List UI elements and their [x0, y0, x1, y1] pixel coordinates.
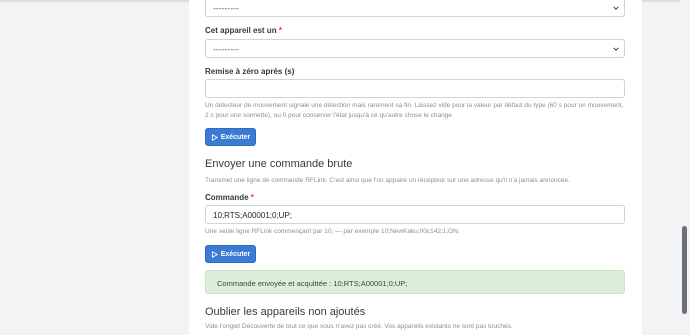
device-type-select-value: ---------: [213, 45, 239, 54]
execute-button[interactable]: Exécuter: [205, 128, 256, 146]
chevron-down-icon: [613, 47, 619, 51]
success-alert: Commande envoyée et acquittée : 10;RTS;A…: [205, 270, 625, 294]
raw-command-title: Envoyer une commande brute: [205, 158, 353, 170]
command-label-text: Commande: [205, 193, 249, 202]
execute-command-button-label: Exécuter: [220, 250, 251, 258]
settings-panel: --------- Cet appareil est un * --------…: [189, 0, 642, 335]
reset-input[interactable]: [205, 79, 625, 98]
command-label: Commande *: [205, 193, 254, 202]
execute-button-label: Exécuter: [220, 133, 251, 141]
reset-help-text: Un détecteur de mouvement signale une dé…: [205, 102, 624, 119]
scrollbar-thumb[interactable]: [682, 226, 687, 314]
device-type-label-text: Cet appareil est un: [205, 26, 277, 35]
command-help-text: Une seule ligne RFLink commençant par 10…: [205, 228, 460, 235]
forget-section-description: Vide l'onglet Découverte de tout ce que …: [205, 323, 513, 330]
forget-section-title: Oublier les appareils non ajoutés: [205, 306, 366, 318]
reset-label: Remise à zéro après (s): [205, 67, 295, 76]
device-type-label: Cet appareil est un *: [205, 26, 282, 35]
play-icon: [211, 250, 218, 258]
command-input[interactable]: 10;RTS;A00001;0;UP;: [205, 205, 625, 224]
execute-command-button[interactable]: Exécuter: [205, 245, 256, 263]
chevron-down-icon: [613, 6, 619, 10]
required-mark: *: [250, 193, 254, 202]
required-mark: *: [278, 26, 282, 35]
top-select[interactable]: ---------: [205, 0, 625, 17]
raw-command-description: Transmet une ligne de commande RFLink. C…: [205, 177, 570, 184]
play-icon: [211, 133, 218, 141]
device-type-select[interactable]: ---------: [205, 39, 625, 58]
top-select-value: ---------: [213, 4, 239, 13]
